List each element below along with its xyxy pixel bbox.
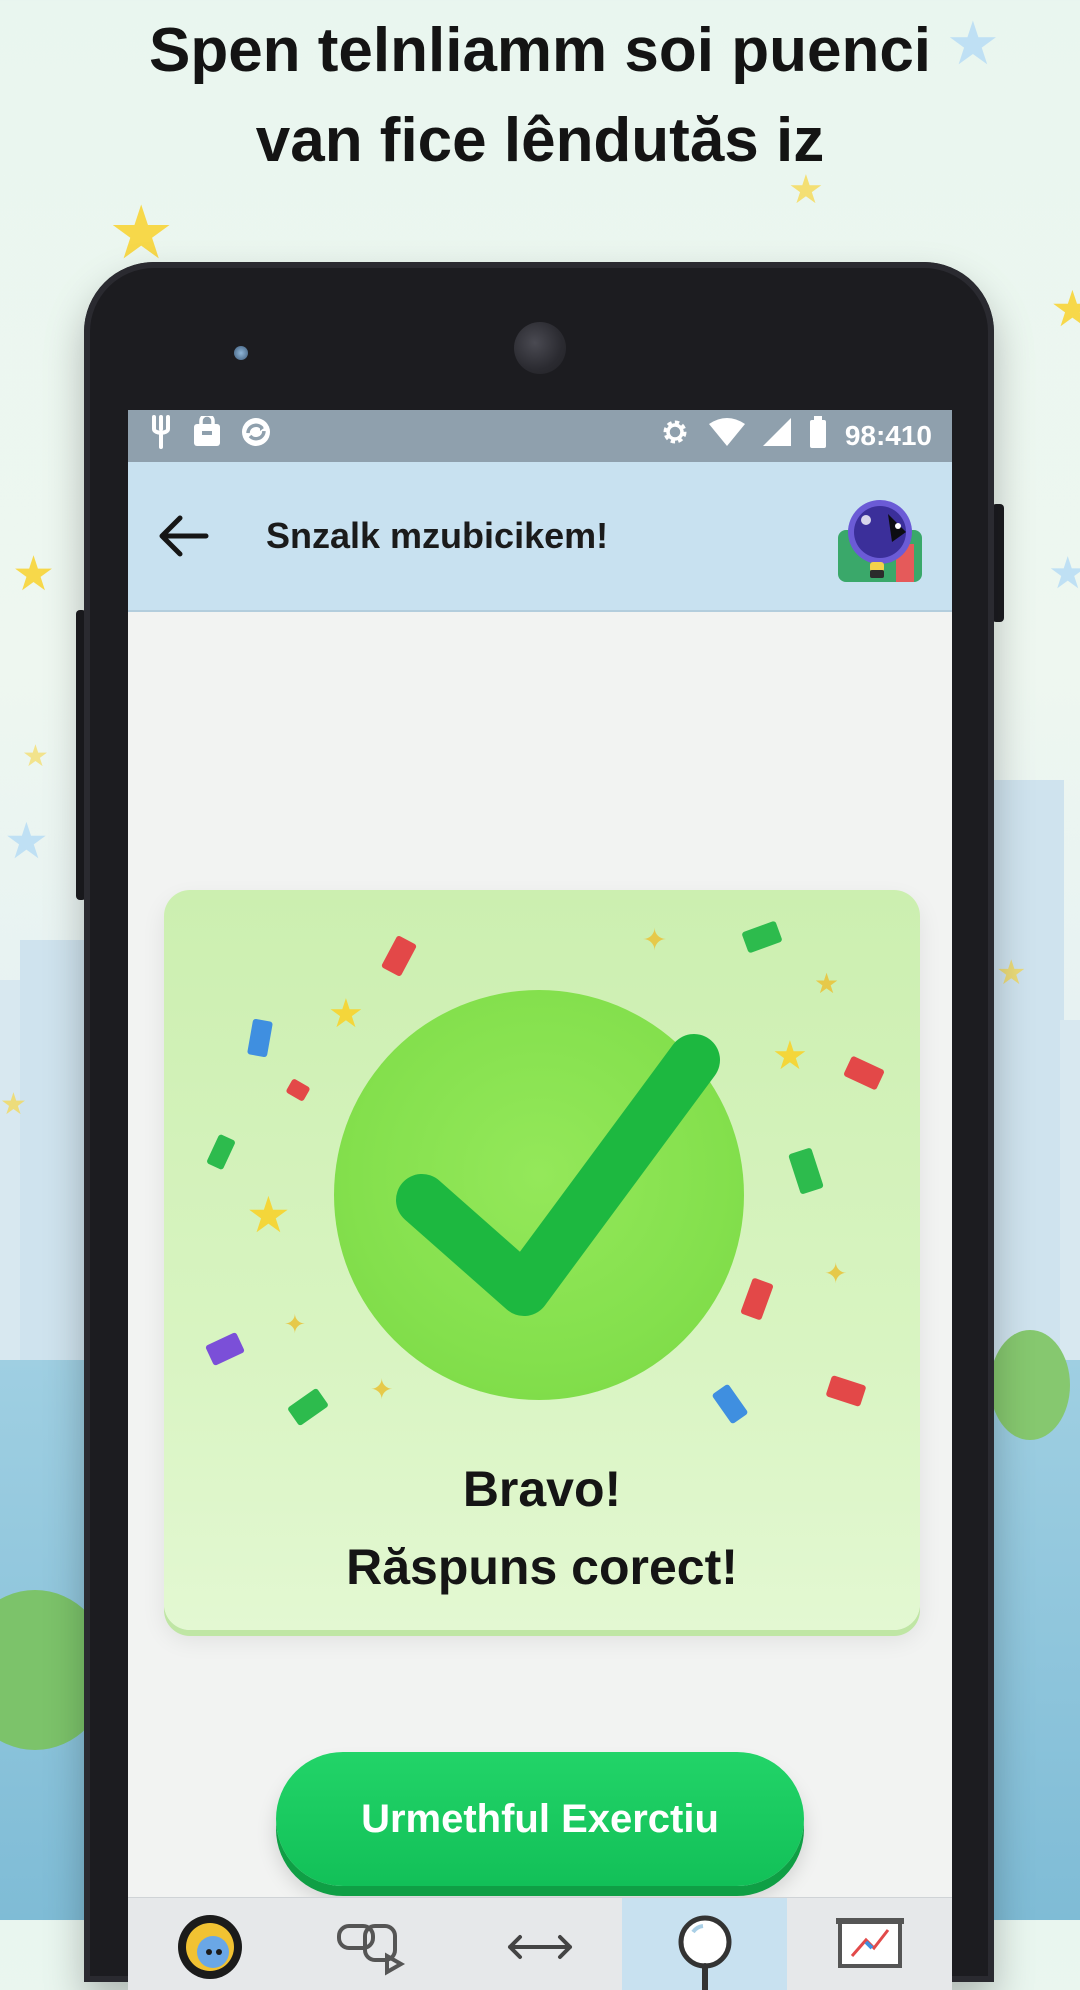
phone-frame: 98:410 Snzalk mzubicikem! ★ ✦ ★ ★ ★ ✦ ✦ … bbox=[84, 262, 994, 1990]
nav-item-shapes[interactable] bbox=[293, 1898, 458, 1990]
confetti-piece bbox=[285, 1078, 311, 1102]
star-icon: ✦ bbox=[370, 1373, 394, 1406]
star-icon: ★ bbox=[328, 991, 364, 1037]
page-title: Snzalk mzubicikem! bbox=[266, 515, 609, 556]
star-icon: ★ bbox=[1048, 548, 1080, 599]
star-icon: ★ bbox=[814, 967, 840, 1000]
confetti-piece bbox=[206, 1133, 236, 1171]
next-exercise-button[interactable]: Urmethful Exerctiu bbox=[276, 1752, 804, 1886]
phone-sensor bbox=[234, 346, 248, 360]
background-building bbox=[1060, 1020, 1080, 1380]
nav-item-whiteboard[interactable] bbox=[787, 1898, 952, 1990]
shapes-icon bbox=[337, 1924, 406, 1976]
result-subtitle: Răspuns corect! bbox=[346, 1539, 738, 1595]
result-title: Bravo! bbox=[462, 1461, 622, 1517]
background-building bbox=[994, 780, 1064, 1380]
whiteboard-icon bbox=[835, 1918, 904, 1968]
sync-icon bbox=[240, 416, 272, 456]
result-message: Bravo! Răspuns corect! bbox=[164, 1450, 920, 1606]
star-icon: ★ bbox=[772, 1033, 808, 1079]
star-icon: ★ bbox=[4, 812, 49, 870]
checkmark-icon bbox=[396, 1034, 720, 1316]
nav-item-profile[interactable] bbox=[128, 1898, 293, 1990]
confetti-piece bbox=[788, 1147, 824, 1195]
background-building bbox=[0, 980, 20, 1380]
star-icon: ★ bbox=[246, 1186, 291, 1244]
confetti-piece bbox=[843, 1055, 885, 1091]
status-right-icons: 98:410 bbox=[659, 416, 932, 456]
nav-item-search[interactable] bbox=[622, 1898, 788, 1990]
promo-headline: Spen telnliamm soi puenci van fice lêndu… bbox=[0, 6, 1080, 186]
confetti-piece bbox=[380, 934, 418, 978]
back-button[interactable] bbox=[154, 506, 214, 566]
star-icon: ✦ bbox=[824, 1257, 848, 1290]
wifi-icon bbox=[708, 418, 745, 454]
star-icon: ✦ bbox=[284, 1310, 306, 1340]
arrow-left-icon bbox=[159, 515, 209, 557]
star-icon: ★ bbox=[0, 1087, 27, 1122]
headline-line-2: van fice lêndutăs iz bbox=[255, 106, 825, 175]
star-icon: ✦ bbox=[642, 923, 668, 958]
status-left-icons bbox=[148, 413, 272, 457]
confetti-piece bbox=[740, 1277, 774, 1321]
status-bar: 98:410 bbox=[128, 410, 952, 462]
confetti-piece bbox=[247, 1018, 273, 1058]
bottom-nav bbox=[128, 1897, 952, 1990]
star-icon: ★ bbox=[22, 739, 49, 774]
status-time: 98:410 bbox=[844, 420, 932, 451]
confetti-piece bbox=[286, 1387, 330, 1427]
phone-camera bbox=[514, 322, 566, 374]
profile-icon bbox=[178, 1915, 243, 1979]
confetti-piece bbox=[741, 920, 783, 954]
result-card: ★ ✦ ★ ★ ★ ✦ ✦ ✦ Bravo! Răspuns corect! bbox=[164, 890, 920, 1630]
headline-line-1: Spen telnliamm soi puenci bbox=[148, 16, 932, 85]
nav-item-arrows[interactable] bbox=[458, 1898, 623, 1990]
fork-icon bbox=[148, 415, 174, 457]
search-icon bbox=[678, 1915, 732, 1990]
star-icon: ★ bbox=[1050, 280, 1080, 338]
avatar[interactable] bbox=[836, 496, 924, 584]
confetti-piece bbox=[825, 1374, 867, 1408]
phone-screen: 98:410 Snzalk mzubicikem! ★ ✦ ★ ★ ★ ✦ ✦ … bbox=[128, 410, 952, 1990]
gear-icon bbox=[659, 416, 691, 456]
confetti-piece bbox=[204, 1331, 246, 1367]
battery-icon bbox=[809, 416, 827, 456]
owl-avatar-icon bbox=[838, 500, 922, 582]
bag-icon bbox=[192, 413, 222, 456]
background-bush bbox=[990, 1330, 1070, 1440]
arrows-icon bbox=[507, 1935, 572, 1959]
signal-icon bbox=[762, 418, 791, 454]
app-bar: Snzalk mzubicikem! bbox=[128, 462, 952, 612]
success-badge bbox=[334, 990, 744, 1400]
star-icon: ★ bbox=[12, 546, 56, 602]
star-icon: ★ bbox=[996, 953, 1027, 993]
star-icon: ★ bbox=[108, 190, 175, 276]
